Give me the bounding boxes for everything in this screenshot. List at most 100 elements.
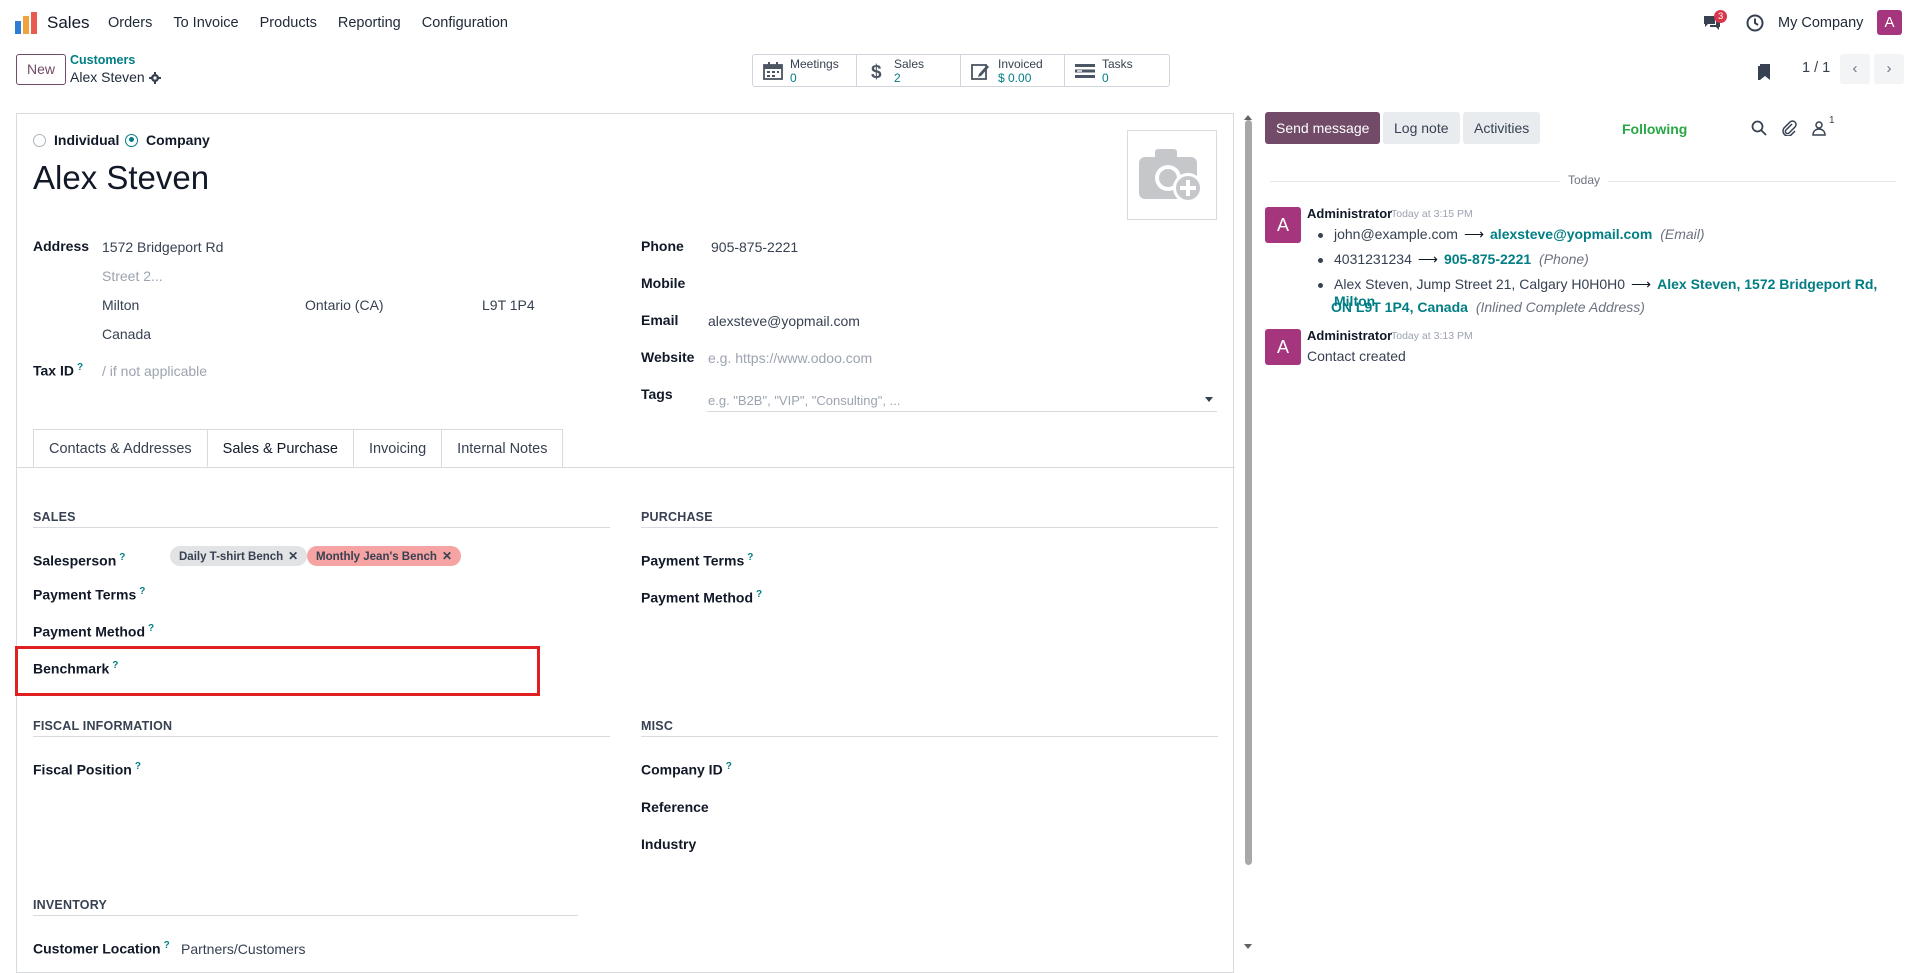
tab-sales-purchase[interactable]: Sales & Purchase — [206, 429, 354, 467]
remove-tag-icon[interactable]: ✕ — [288, 549, 298, 563]
radio-individual[interactable] — [33, 133, 46, 147]
clock-icon[interactable] — [1746, 14, 1764, 32]
pager-value[interactable]: 1 / 1 — [1802, 60, 1830, 76]
state-field[interactable]: Ontario (CA) — [305, 297, 384, 313]
app-name[interactable]: Sales — [47, 13, 90, 33]
followers-count: 1 — [1829, 115, 1835, 126]
salesperson-label-text: Salesperson — [33, 552, 117, 569]
help-icon[interactable]: ? — [119, 552, 125, 563]
gear-icon[interactable] — [149, 72, 161, 84]
arrow-right-icon: ⟶ — [1631, 276, 1652, 292]
arrow-right-icon: ⟶ — [1417, 251, 1438, 267]
help-icon[interactable]: ? — [139, 586, 145, 597]
tab-invoicing[interactable]: Invoicing — [352, 429, 443, 467]
radio-company[interactable] — [125, 133, 138, 147]
breadcrumb-customers[interactable]: Customers — [70, 53, 135, 67]
company-switcher[interactable]: My Company — [1778, 15, 1863, 31]
address-label: Address — [33, 238, 90, 254]
menu-reporting[interactable]: Reporting — [338, 15, 401, 31]
activities-button[interactable]: Activities — [1463, 112, 1541, 144]
field-name: (Phone) — [1539, 251, 1589, 267]
meetings-stat-button[interactable]: Meetings 0 — [753, 55, 857, 86]
message-author[interactable]: Administrator — [1307, 206, 1392, 221]
help-icon[interactable]: ? — [148, 623, 154, 634]
bullet — [1318, 283, 1323, 288]
website-field[interactable]: e.g. https://www.odoo.com — [708, 350, 872, 366]
old-value: 4031231234 — [1334, 251, 1412, 267]
fiscal-position-label: Fiscal Position? — [33, 761, 141, 778]
tags-placeholder: e.g. "B2B", "VIP", "Consulting", ... — [708, 393, 901, 408]
benchmark-tag-label: Daily T-shirt Bench — [179, 551, 284, 563]
tasks-stat-button[interactable]: Tasks 0 — [1065, 55, 1169, 86]
chevron-down-icon[interactable] — [1205, 397, 1213, 402]
meetings-value: 0 — [790, 71, 797, 85]
company-type-company[interactable]: Company — [125, 132, 210, 148]
partner-name-field[interactable]: Alex Steven — [33, 159, 209, 197]
pager-previous-button[interactable]: ‹ — [1840, 54, 1870, 84]
help-icon[interactable]: ? — [77, 362, 83, 373]
scroll-down-icon[interactable] — [1243, 943, 1253, 951]
customer-location-field[interactable]: Partners/Customers — [181, 941, 305, 957]
partner-form-sheet: Individual Company Alex Steven Address 1… — [16, 113, 1235, 973]
menu-products[interactable]: Products — [260, 15, 317, 31]
invoiced-stat-button[interactable]: Invoiced $ 0.00 — [961, 55, 1065, 86]
sales-app-icon[interactable] — [14, 11, 38, 35]
individual-label: Individual — [54, 132, 120, 148]
benchmark-tag: Daily T-shirt Bench ✕ — [170, 546, 308, 566]
sales-stat-button[interactable]: $ Sales 2 — [857, 55, 961, 86]
photo-upload[interactable] — [1127, 130, 1217, 220]
new-button[interactable]: New — [16, 54, 66, 85]
scroll-thumb[interactable] — [1245, 120, 1252, 865]
old-value: Alex Steven, Jump Street 21, Calgary H0H… — [1334, 276, 1626, 292]
purchase-payment-terms-label: Payment Terms? — [641, 552, 753, 569]
menu-configuration[interactable]: Configuration — [422, 15, 508, 31]
invoice-icon — [971, 64, 989, 80]
sales-section-divider — [33, 527, 610, 528]
help-icon[interactable]: ? — [747, 552, 753, 563]
street2-field[interactable]: Street 2... — [102, 268, 163, 284]
company-id-label: Company ID? — [641, 761, 732, 778]
benchmark-tag: Monthly Jean's Bench ✕ — [307, 546, 462, 566]
user-avatar[interactable]: A — [1877, 10, 1902, 35]
city-field[interactable]: Milton — [102, 297, 139, 313]
company-type-individual[interactable]: Individual — [33, 132, 119, 148]
bullet — [1318, 258, 1323, 263]
purchase-payment-terms-text: Payment Terms — [641, 552, 745, 569]
send-message-button[interactable]: Send message — [1265, 112, 1381, 144]
tags-label: Tags — [641, 386, 673, 402]
help-icon[interactable]: ? — [756, 589, 762, 600]
help-icon[interactable]: ? — [135, 761, 141, 772]
help-icon[interactable]: ? — [726, 761, 732, 772]
tags-field[interactable]: e.g. "B2B", "VIP", "Consulting", ... — [707, 390, 1217, 412]
pager-next-button[interactable]: › — [1874, 54, 1904, 84]
field-name: (Inlined Complete Address) — [1475, 299, 1645, 315]
message-body: Contact created — [1307, 348, 1406, 364]
tax-id-field[interactable]: / if not applicable — [102, 363, 207, 379]
invoiced-value: $ 0.00 — [998, 71, 1032, 85]
zip-field[interactable]: L9T 1P4 — [482, 297, 535, 313]
tab-contacts-addresses[interactable]: Contacts & Addresses — [33, 429, 208, 467]
help-icon[interactable]: ? — [164, 940, 170, 951]
message-author[interactable]: Administrator — [1307, 328, 1392, 343]
bookmark-icon[interactable] — [1757, 63, 1771, 81]
log-note-button[interactable]: Log note — [1383, 112, 1460, 144]
message-avatar[interactable]: A — [1265, 329, 1301, 365]
tracking-change-address-cont: ON L9T 1P4, Canada (Inlined Complete Add… — [1331, 299, 1645, 315]
payment-terms-label-text: Payment Terms — [33, 586, 137, 603]
tab-internal-notes[interactable]: Internal Notes — [441, 429, 564, 467]
paperclip-icon[interactable] — [1781, 120, 1797, 136]
menu-to-invoice[interactable]: To Invoice — [173, 15, 238, 31]
remove-tag-icon[interactable]: ✕ — [442, 549, 452, 563]
country-field[interactable]: Canada — [102, 326, 151, 342]
payment-terms-label: Payment Terms? — [33, 586, 145, 603]
message-avatar[interactable]: A — [1265, 207, 1301, 243]
following-button[interactable]: Following — [1622, 121, 1687, 137]
mobile-label: Mobile — [641, 275, 686, 291]
street-field[interactable]: 1572 Bridgeport Rd — [102, 239, 223, 255]
followers-icon[interactable] — [1811, 120, 1827, 136]
email-field[interactable]: alexsteve@yopmail.com — [708, 313, 860, 329]
benchmark-tag-label: Monthly Jean's Bench — [316, 551, 437, 563]
phone-field[interactable]: 905-875-2221 — [711, 239, 798, 255]
search-icon[interactable] — [1751, 120, 1767, 136]
menu-orders[interactable]: Orders — [108, 15, 152, 31]
